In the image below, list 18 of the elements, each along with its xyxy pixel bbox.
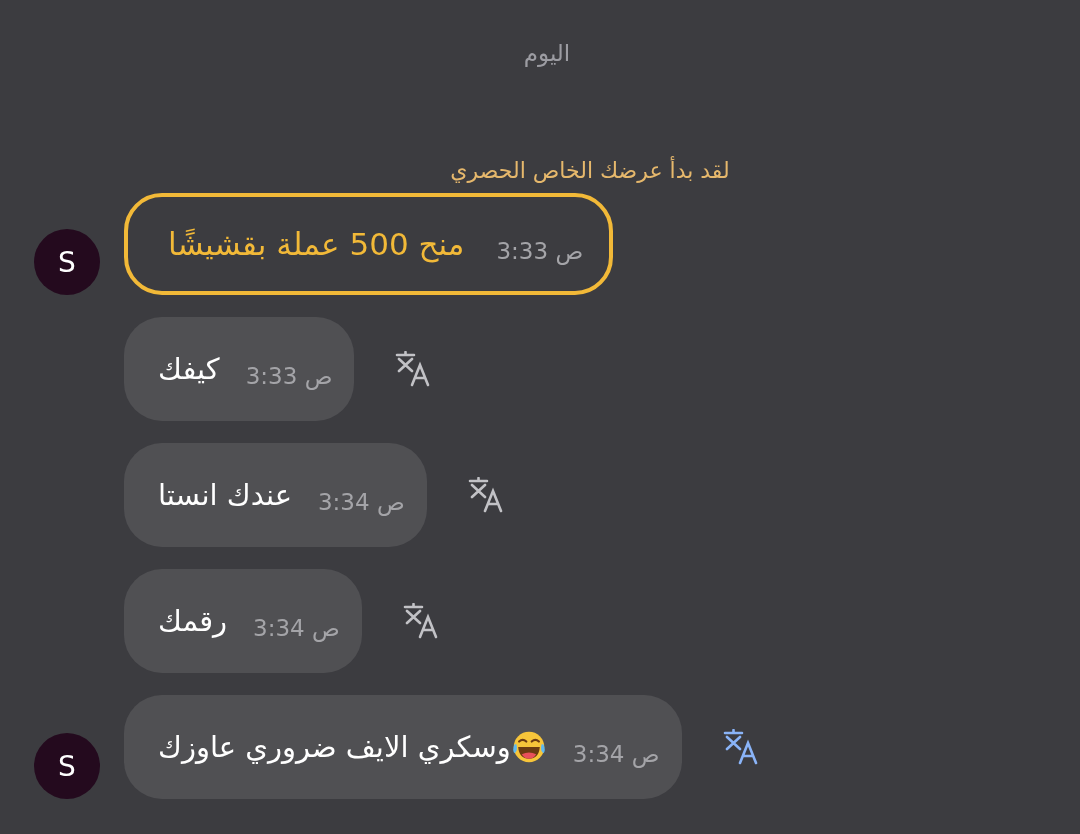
- message-text: كيفك: [158, 352, 220, 386]
- system-notice: لقد بدأ عرضك الخاص الحصري: [449, 158, 731, 183]
- translate-icon[interactable]: [394, 351, 431, 387]
- message-time: ص 3:33: [496, 238, 584, 264]
- message-time: ص 3:33: [245, 363, 333, 389]
- date-divider: اليوم: [523, 40, 571, 69]
- translate-icon[interactable]: [401, 603, 438, 639]
- message-time: ص 3:34: [253, 615, 340, 641]
- translate-icon[interactable]: [466, 477, 503, 513]
- translate-icon[interactable]: [721, 729, 758, 765]
- message-text: وسكري الايف ضروري عاوزك: [158, 730, 511, 764]
- avatar[interactable]: S: [34, 733, 100, 799]
- message-text: منح 500 عملة بقشيشًا: [168, 226, 465, 262]
- message-text: عندك انستا: [158, 478, 292, 512]
- message-time: ص 3:34: [318, 489, 405, 515]
- avatar[interactable]: S: [34, 229, 100, 295]
- message-time: ص 3:34: [572, 741, 660, 767]
- message-text: رقمك: [158, 604, 228, 638]
